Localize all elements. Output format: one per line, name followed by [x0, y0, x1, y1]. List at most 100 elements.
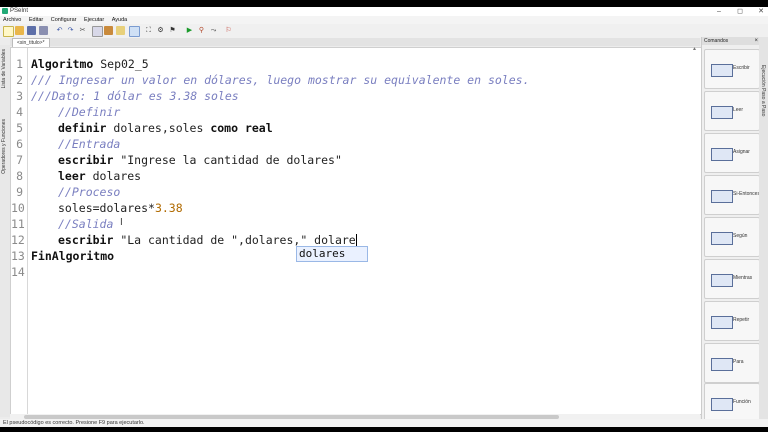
algorithm-name: Sep02_5: [93, 57, 149, 71]
flow-icon[interactable]: ⚙: [156, 26, 165, 35]
step-by-step-tab[interactable]: Ejecución Paso a Paso: [760, 65, 766, 116]
diagram-icon[interactable]: ⛶: [144, 26, 153, 35]
tab-sin-titulo[interactable]: <sin_titulo>*: [12, 38, 50, 47]
code-line-3: ///Dato: 1 dólar es 3.38 soles: [31, 89, 239, 103]
run-icon[interactable]: ▶: [185, 26, 194, 35]
declared-vars: dolares,soles: [106, 121, 211, 135]
help-icon[interactable]: ⚐: [224, 26, 233, 35]
string-literal: "Ingrese la cantidad de dolares": [113, 153, 342, 167]
cmd-mientras[interactable]: Mientras: [704, 259, 760, 299]
code-line-13: FinAlgoritmo: [31, 248, 114, 264]
close-panel-icon[interactable]: ×: [754, 37, 758, 45]
maximize-button[interactable]: ◻: [733, 7, 747, 16]
cmd-asignar[interactable]: Asignar: [704, 133, 760, 173]
line-number: 1: [16, 57, 23, 71]
open-folder-icon[interactable]: [15, 26, 24, 35]
cmd-escribir[interactable]: Escribir: [704, 49, 760, 89]
paste-icon[interactable]: [104, 26, 113, 35]
vars-list-label[interactable]: Lista de Variables: [1, 49, 7, 88]
toolbar: ↶ ↷ ✂ ⛶ ⚙ ⚑ ▶ ⚲ ⤳ ⚐: [0, 24, 768, 38]
commands-title: Comandos: [704, 38, 729, 44]
line-number: 5: [16, 121, 23, 135]
cmd-si-entonces[interactable]: Si-Entonces: [704, 175, 760, 215]
status-bar: El pseudocódigo es correcto. Presione F9…: [0, 419, 768, 427]
left-side-panel: Lista de Variables Operadores y Funcione…: [0, 45, 10, 417]
menu-editar[interactable]: Editar: [29, 17, 43, 23]
code-line-5: definir dolares,soles como real: [31, 120, 273, 136]
cmd-label: Para: [733, 359, 744, 365]
app-icon: [2, 8, 8, 14]
undo-icon[interactable]: ↶: [55, 26, 64, 35]
window-title: PSeInt: [10, 8, 29, 14]
assign-expression: soles=dolares*: [58, 201, 155, 215]
line-number: 6: [16, 137, 23, 151]
editor-scroll-up-icon[interactable]: ▲: [692, 46, 698, 52]
autocomplete-suggestion[interactable]: dolares: [296, 246, 368, 262]
line-number: 14: [11, 265, 25, 279]
menu-configurar[interactable]: Configurar: [51, 17, 77, 23]
mouse-ibeam-icon: I: [120, 217, 123, 228]
step-over-icon[interactable]: ⤳: [209, 26, 218, 35]
line-number: 12: [11, 233, 25, 247]
switch-command-icon: [711, 232, 733, 245]
cmd-label: Escribir: [733, 65, 750, 71]
cmd-label: Leer: [733, 107, 744, 113]
operators-label[interactable]: Operadores y Funciones: [1, 119, 7, 174]
cmd-leer[interactable]: Leer: [704, 91, 760, 131]
step-icon[interactable]: ⚲: [197, 26, 206, 35]
keyword-definir: definir: [58, 121, 107, 135]
new-file-icon[interactable]: [3, 26, 14, 37]
line-number: 11: [11, 217, 25, 231]
cmd-label: Según: [733, 233, 748, 239]
status-text: El pseudocódigo es correcto. Presione F9…: [3, 420, 145, 426]
save-as-icon[interactable]: [39, 26, 48, 35]
cut-icon[interactable]: ✂: [78, 26, 87, 35]
code-line-9: //Proceso: [58, 185, 121, 199]
redo-icon[interactable]: ↷: [66, 26, 75, 35]
close-button[interactable]: ✕: [754, 7, 768, 16]
code-line-2: /// Ingresar un valor en dólares, luego …: [31, 73, 530, 87]
save-icon[interactable]: [27, 26, 36, 35]
for-command-icon: [711, 358, 733, 371]
function-command-icon: [711, 398, 733, 411]
cmd-segun[interactable]: Según: [704, 217, 760, 257]
keyword-escribir: escribir: [58, 233, 114, 247]
line-gutter: 1 2 3 4 5 6 7 8 9 10 11 12 13 14: [11, 48, 28, 414]
cmd-label: Si-Entonces: [733, 191, 760, 197]
cmd-label: Mientras: [733, 275, 753, 281]
keyword-finalgoritmo: FinAlgoritmo: [31, 249, 115, 263]
keyword-leer: leer: [58, 169, 86, 183]
keyword-escribir: escribir: [58, 153, 114, 167]
cmd-repetir[interactable]: Repetir: [704, 301, 760, 341]
indent-icon[interactable]: [129, 26, 140, 37]
while-command-icon: [711, 274, 733, 287]
debug-icon[interactable]: ⚑: [168, 26, 177, 35]
read-var: dolares: [85, 169, 142, 183]
line-number: 2: [16, 73, 23, 87]
commands-panel: Comandos × Escribir Leer Asignar Si-Ento…: [701, 37, 760, 423]
code-line-11: //Salida: [58, 217, 114, 231]
assign-command-icon: [711, 148, 733, 161]
keyword-como-real: como real: [210, 121, 273, 135]
read-command-icon: [711, 106, 733, 119]
line-number: 8: [16, 169, 23, 183]
write-command-icon: [711, 64, 733, 77]
menu-ayuda[interactable]: Ayuda: [112, 17, 128, 23]
line-number: 9: [16, 185, 23, 199]
line-number: 13: [11, 249, 25, 263]
cmd-label: Repetir: [733, 317, 750, 323]
number-literal: 3.38: [154, 201, 183, 215]
repeat-command-icon: [711, 316, 733, 329]
menu-ejecutar[interactable]: Ejecutar: [84, 17, 104, 23]
menu-bar: Archivo Editar Configurar Ejecutar Ayuda: [0, 16, 768, 24]
menu-archivo[interactable]: Archivo: [3, 17, 21, 23]
code-line-8: leer dolares: [31, 168, 141, 184]
find-icon[interactable]: [116, 26, 125, 35]
minimize-button[interactable]: –: [712, 7, 726, 16]
code-line-4: //Definir: [58, 105, 121, 119]
code-editor[interactable]: 1 2 3 4 5 6 7 8 9 10 11 12 13 14 Algorit…: [10, 47, 702, 415]
copy-icon[interactable]: [92, 26, 103, 37]
cmd-para[interactable]: Para: [704, 343, 760, 383]
commands-title-bar: Comandos ×: [702, 37, 760, 45]
cmd-funcion[interactable]: Función: [704, 383, 760, 423]
